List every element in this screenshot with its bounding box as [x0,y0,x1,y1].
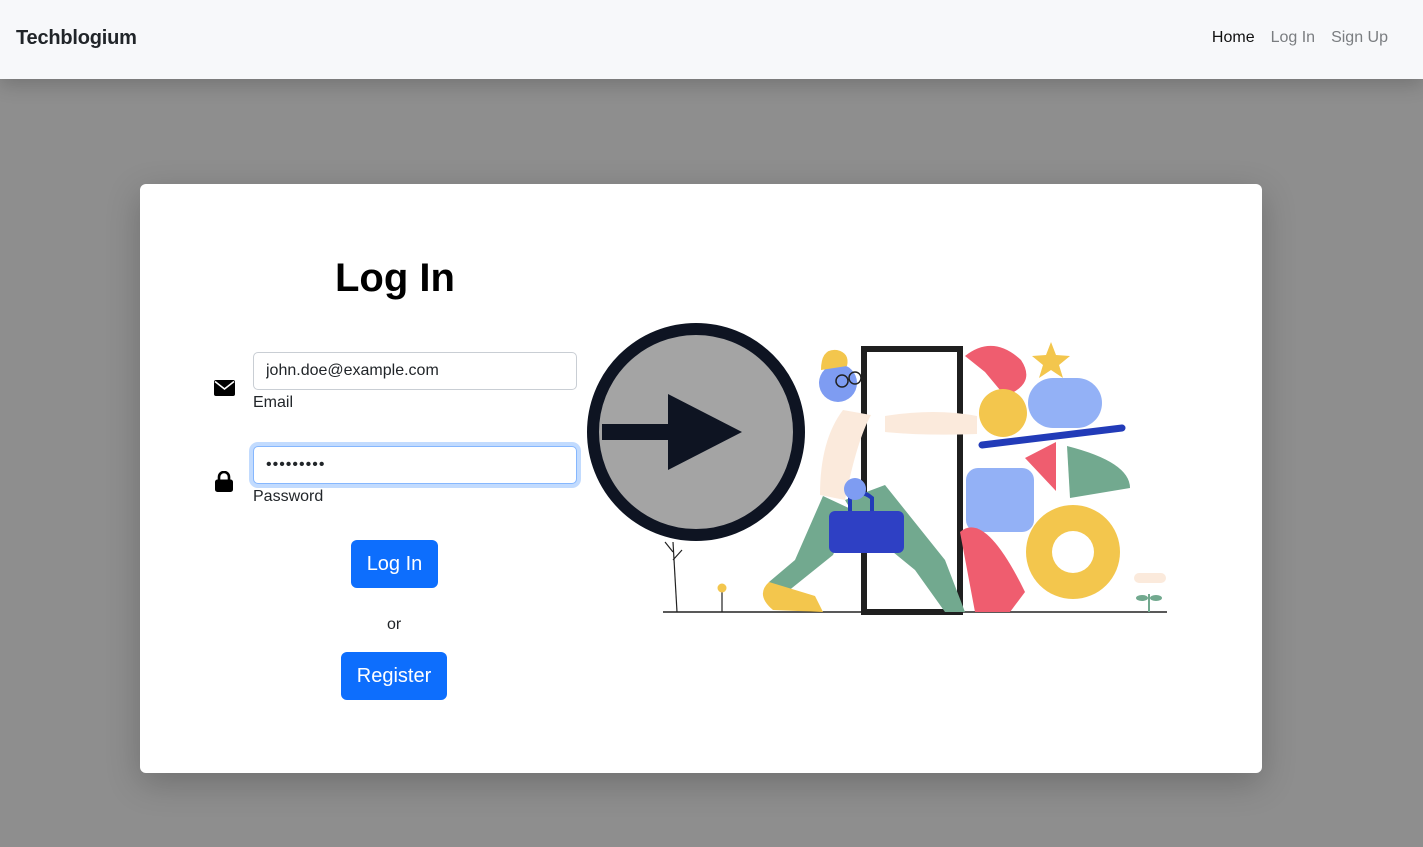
nav-link-login[interactable]: Log In [1271,29,1315,47]
password-label: Password [253,488,324,505]
email-input[interactable] [253,352,577,390]
nav-links: Home Log In Sign Up [1212,29,1388,47]
navbar: Techblogium Home Log In Sign Up [0,0,1423,79]
email-label: Email [253,394,294,411]
or-separator: or [387,616,402,633]
envelope-icon [214,380,235,401]
lock-icon [215,470,233,497]
nav-link-signup[interactable]: Sign Up [1331,29,1388,47]
password-input[interactable] [253,446,577,484]
login-button[interactable]: Log In [351,540,438,588]
brand-logo[interactable]: Techblogium [16,27,137,50]
login-illustration [585,320,1175,625]
login-card: Log In Email Password Log In or Register [140,184,1262,773]
page-title: Log In [335,256,455,300]
sign-in-arrow-icon [587,323,805,541]
register-button[interactable]: Register [341,652,447,700]
nav-link-home[interactable]: Home [1212,29,1255,47]
